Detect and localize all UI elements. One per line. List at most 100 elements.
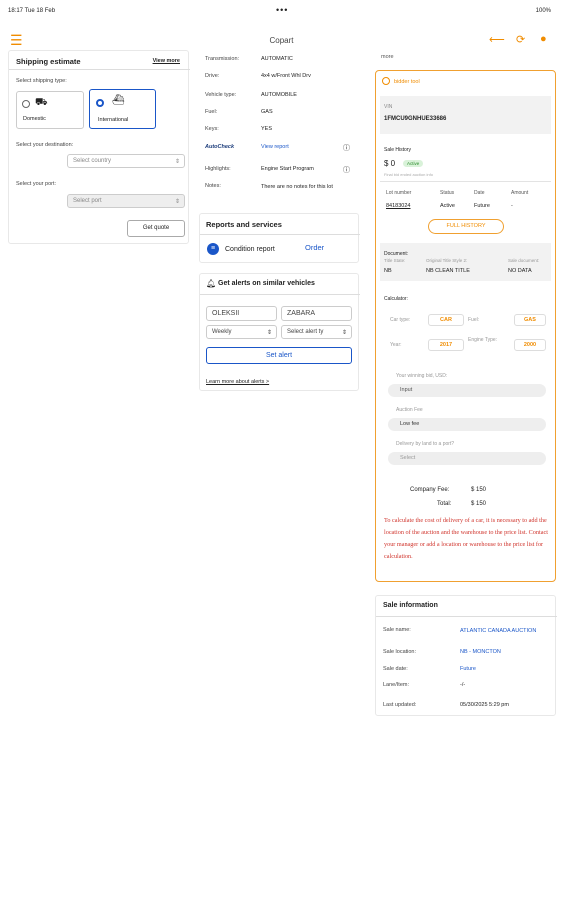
lot-amount: - [511, 203, 513, 209]
date-header: Date [474, 190, 485, 196]
sale-date-label: Sale date: [383, 666, 408, 672]
lot-header: Lot number [386, 190, 412, 196]
last-updated-label: Last updated: [383, 702, 417, 708]
car-type-input[interactable]: CAR [428, 314, 464, 326]
sale-date-link[interactable]: Future [460, 666, 476, 672]
engine-input[interactable]: 2000 [514, 339, 546, 351]
international-radio[interactable] [96, 99, 104, 107]
vin-label: VIN [384, 104, 393, 110]
reports-card: Reports and services ≡ Condition report … [199, 213, 360, 263]
document-label: Document: [384, 251, 409, 257]
reports-title: Reports and services [206, 220, 282, 229]
highlights-value: Engine Start Program [261, 166, 314, 172]
calculator-label: Calculator: [384, 296, 408, 302]
alerts-title: Get alerts on similar vehicles [218, 280, 315, 287]
international-option[interactable]: ⛴ International [89, 89, 156, 129]
truck-icon: ⛟ [35, 97, 48, 108]
divider [200, 294, 360, 295]
order-link[interactable]: Order [305, 243, 324, 252]
lot-status: Active [440, 203, 455, 209]
status-time: 18:17 Tue 18 Feb [8, 8, 56, 14]
status-badge: Active [403, 160, 424, 167]
sale-location-link[interactable]: NB - MONCTON [460, 649, 501, 655]
lot-date: Future [474, 203, 490, 209]
refresh-icon[interactable]: ⟳ [516, 33, 525, 46]
country-select[interactable]: Select country ⇕ [67, 154, 185, 168]
total-label: Total: [437, 501, 452, 507]
port-label: Select your port: [16, 181, 57, 187]
first-name-input[interactable]: OLEKSII [206, 306, 277, 321]
port-select[interactable]: Select port ⇕ [67, 194, 185, 208]
vin-value: 1FMCU9GNHUE33686 [384, 116, 447, 122]
nav-title: Copart [269, 36, 294, 45]
year-input[interactable]: 2017 [428, 339, 464, 351]
sale-history-label: Sale History [384, 147, 411, 153]
shipping-estimate-card: Shipping estimate View more Select shipp… [8, 50, 190, 244]
lot-number-link[interactable]: 84183024 [386, 203, 410, 209]
info-icon[interactable]: ⓘ [343, 165, 350, 175]
learn-more-link[interactable]: Learn more about alerts > [206, 379, 269, 385]
auction-fee-select[interactable]: Low fee [388, 418, 546, 431]
total-value: $ 150 [471, 501, 487, 507]
sale-location-label: Sale location: [383, 649, 417, 655]
title-state-header: Title State: [384, 258, 406, 263]
delivery-label: Delivery by land to a port? [396, 441, 455, 447]
sale-info-card: Sale information Sale name: ATLANTIC CAN… [375, 595, 557, 716]
status-bar: 18:17 Tue 18 Feb ••• 100% [0, 0, 563, 22]
international-label: International [98, 117, 129, 123]
alerts-card: 🔔︎ Get alerts on similar vehicles OLEKSI… [199, 273, 360, 391]
alert-type-select[interactable]: Select alert ty ⇕ [281, 325, 352, 339]
bell-icon: 🔔︎ [206, 279, 217, 288]
highlights-label: Highlights: [205, 166, 231, 172]
title-state-value: NB [384, 268, 392, 274]
sale-document-value: NO DATA [508, 268, 532, 274]
sale-name-link[interactable]: ATLANTIC CANADA AUCTION [460, 627, 540, 636]
sale-name-label: Sale name: [383, 627, 411, 633]
auction-fee-label: Auction Fee [396, 407, 423, 413]
get-quote-button[interactable]: Get quote [127, 220, 185, 237]
vehicle-details: Transmission: AUTOMATIC Drive: 4x4 w/Fro… [205, 56, 350, 190]
more-label: more [381, 54, 394, 60]
winning-bid-input[interactable]: Input [388, 384, 546, 397]
frequency-select[interactable]: Weekly ⇕ [206, 325, 277, 339]
company-fee-label: Company Fee: [410, 487, 450, 493]
info-icon[interactable]: ⓘ [343, 143, 350, 153]
engine-label: Engine Type: [468, 337, 498, 343]
document-section: Document: Title State: Original Title St… [380, 243, 551, 281]
document-icon: ≡ [207, 243, 219, 255]
notes-label: Notes: [205, 183, 221, 189]
bidder-tool-card: bidder tool VIN 1FMCU9GNHUE33686 Sale Hi… [375, 70, 556, 582]
status-header: Status [440, 190, 455, 196]
title-style-header: Original Title Style 2: [426, 258, 468, 263]
ship-icon: ⛴ [112, 95, 125, 106]
year-label: Year: [390, 342, 402, 348]
shipping-type-label: Select shipping type: [16, 78, 67, 84]
bidder-tool-logo: bidder tool [394, 79, 420, 85]
vin-section: VIN 1FMCU9GNHUE33686 [380, 96, 551, 134]
user-icon[interactable]: ● [540, 33, 547, 45]
delivery-warning: To calculate the cost of delivery of a c… [384, 517, 548, 560]
set-alert-button[interactable]: Set alert [206, 347, 352, 364]
shipping-title: Shipping estimate [16, 57, 81, 66]
fuel-label: Fuel: [468, 317, 480, 323]
last-updated-value: 05/30/2025 5:29 pm [460, 702, 509, 708]
lane-item-label: Lane/Item: [383, 682, 409, 688]
domestic-radio[interactable] [22, 100, 30, 108]
divider [200, 234, 360, 235]
final-bid-note: Final bid ended auction info [384, 172, 433, 177]
view-report-link[interactable]: View report [261, 144, 289, 150]
last-name-input[interactable]: ZABARA [281, 306, 352, 321]
current-price: $ 0 [384, 159, 396, 168]
destination-label: Select your destination: [16, 142, 74, 148]
view-more-link[interactable]: View more [153, 58, 180, 64]
delivery-select[interactable]: Select [388, 452, 546, 465]
sale-info-title: Sale information [383, 602, 438, 609]
fuel-input[interactable]: GAS [514, 314, 546, 326]
full-history-button[interactable]: FULL HISTORY [428, 219, 504, 234]
company-fee-value: $ 150 [471, 487, 487, 493]
domestic-option[interactable]: ⛟ Domestic [16, 91, 84, 129]
multitask-dots[interactable]: ••• [276, 5, 288, 15]
back-arrow-icon[interactable]: ⟵ [489, 33, 505, 46]
bidder-logo-icon [382, 77, 390, 85]
sale-document-header: Sale document: [508, 258, 540, 263]
